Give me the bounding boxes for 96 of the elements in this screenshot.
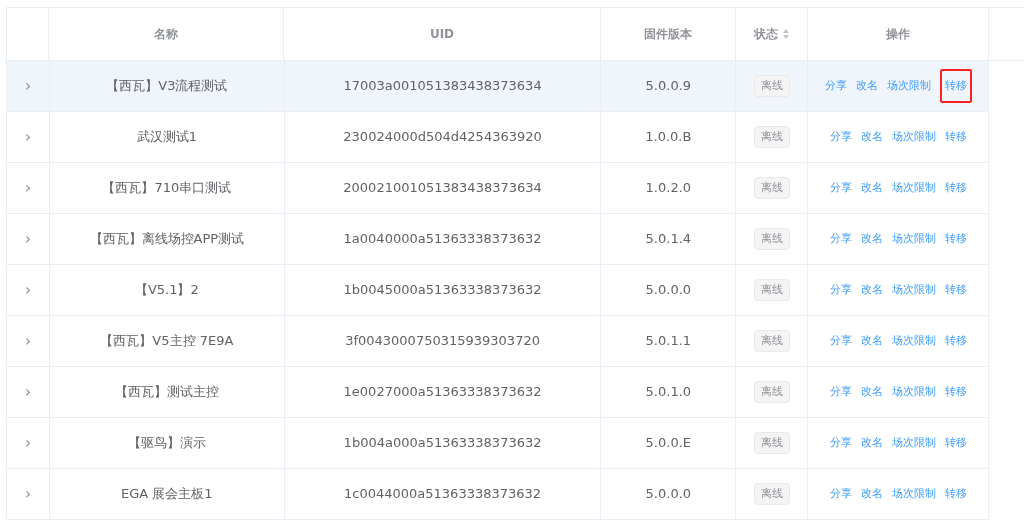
action-link[interactable]: 分享 <box>824 77 847 95</box>
table-row[interactable]: › 【西瓦】V5主控 7E9A 3f0043000750315939303720 5.0.1.1 离线 分享 改名 场次限制 转移 <box>6 316 989 367</box>
status-tag: 离线 <box>753 380 790 404</box>
table-cell-text: 5.0.0.0 <box>645 281 692 300</box>
table-cell-text: 【西瓦】V3流程测试 <box>106 77 228 96</box>
action-link[interactable]: 转移 <box>944 230 967 248</box>
sort-icon[interactable] <box>781 28 790 40</box>
table-cell-text: EGA 展会主板1 <box>121 485 213 504</box>
status-tag: 离线 <box>753 125 790 149</box>
action-link[interactable]: 分享 <box>829 383 852 401</box>
action-link[interactable]: 场次限制 <box>891 485 936 503</box>
action-link[interactable]: 改名 <box>860 281 883 299</box>
action-link[interactable]: 改名 <box>855 77 878 95</box>
status-tag: 离线 <box>753 278 790 302</box>
table-cell-text: 武汉测试1 <box>136 128 197 147</box>
status-tag: 离线 <box>753 329 790 353</box>
expand-toggle[interactable]: › <box>24 329 32 353</box>
action-link[interactable]: 转移 <box>939 68 972 104</box>
action-link[interactable]: 分享 <box>829 434 852 452</box>
expand-toggle[interactable]: › <box>24 380 32 404</box>
table-cell-text: 1e0027000a51363338373632 <box>343 383 542 402</box>
action-link[interactable]: 场次限制 <box>891 383 936 401</box>
table-row[interactable]: › 【西瓦】测试主控 1e0027000a51363338373632 5.0.1.0 离线 分享 改名 场次限制 转移 <box>6 367 989 418</box>
action-link[interactable]: 场次限制 <box>891 281 936 299</box>
table-cell-text: 17003a001051383438373634 <box>343 77 542 96</box>
expand-toggle[interactable]: › <box>24 431 32 455</box>
action-link[interactable]: 场次限制 <box>886 77 931 95</box>
table-cell-text: 【V5.1】2 <box>134 281 199 300</box>
table-cell-text: 【西瓦】V5主控 7E9A <box>100 332 234 351</box>
expand-toggle[interactable]: › <box>24 227 32 251</box>
action-link[interactable]: 改名 <box>860 332 883 350</box>
action-link[interactable]: 场次限制 <box>891 230 936 248</box>
status-tag: 离线 <box>753 176 790 200</box>
column-header: UID <box>429 26 455 43</box>
table-cell-text: 【西瓦】离线场控APP测试 <box>89 230 245 249</box>
table-cell-text: 【西瓦】测试主控 <box>114 383 219 402</box>
table-cell-text: 1.0.0.B <box>645 128 692 147</box>
action-link[interactable]: 转移 <box>944 485 967 503</box>
table-row[interactable]: › 武汉测试1 230024000d504d4254363920 1.0.0.B 离线 分享 改名 场次限制 转移 <box>6 112 989 163</box>
action-link[interactable]: 场次限制 <box>891 179 936 197</box>
table-cell-text: 3f0043000750315939303720 <box>345 332 540 351</box>
action-link[interactable]: 分享 <box>829 128 852 146</box>
column-header: 操作 <box>886 26 910 43</box>
status-tag: 离线 <box>753 482 790 506</box>
column-header: 名称 <box>154 26 178 43</box>
action-link[interactable]: 场次限制 <box>891 128 936 146</box>
status-tag: 离线 <box>753 74 790 98</box>
table-cell-text: 1c0044000a51363338373632 <box>344 485 542 504</box>
table-cell-text: 1b0045000a51363338373632 <box>343 281 542 300</box>
action-link[interactable]: 转移 <box>944 128 967 146</box>
table-cell-text: 1a0040000a51363338373632 <box>343 230 542 249</box>
table-cell-text: 5.0.0.0 <box>645 485 692 504</box>
action-link[interactable]: 转移 <box>944 434 967 452</box>
table-row[interactable]: › 【驱鸟】演示 1b004a000a51363338373632 5.0.0.E 离线 分享 改名 场次限制 转移 <box>6 418 989 469</box>
action-link[interactable]: 改名 <box>860 485 883 503</box>
expand-toggle[interactable]: › <box>24 482 32 506</box>
column-header: 状态 <box>753 26 778 43</box>
table-cell-text: 5.0.1.4 <box>645 230 692 249</box>
status-tag: 离线 <box>753 227 790 251</box>
action-link[interactable]: 分享 <box>829 281 852 299</box>
action-link[interactable]: 分享 <box>829 179 852 197</box>
action-link[interactable]: 分享 <box>829 332 852 350</box>
table-row[interactable]: › 【V5.1】2 1b0045000a51363338373632 5.0.0.0 离线 分享 改名 场次限制 转移 <box>6 265 989 316</box>
action-link[interactable]: 改名 <box>860 383 883 401</box>
action-link[interactable]: 改名 <box>860 179 883 197</box>
expand-toggle[interactable]: › <box>24 125 32 149</box>
action-link[interactable]: 场次限制 <box>891 434 936 452</box>
table-row[interactable]: › 【西瓦】710串口测试 200021001051383438373634 1.0.2.0 离线 分享 改名 场次限制 转移 <box>6 163 989 214</box>
table-cell-text: 5.0.1.1 <box>645 332 692 351</box>
table-cell-text: 5.0.0.9 <box>645 77 692 96</box>
column-header: 固件版本 <box>644 26 692 43</box>
status-tag: 离线 <box>753 431 790 455</box>
expand-toggle[interactable]: › <box>24 176 32 200</box>
action-link[interactable]: 改名 <box>860 434 883 452</box>
table-cell-text: 1b004a000a51363338373632 <box>343 434 542 453</box>
action-link[interactable]: 场次限制 <box>891 332 936 350</box>
table-row[interactable]: › EGA 展会主板1 1c0044000a51363338373632 5.0.0.0 离线 分享 改名 场次限制 转移 <box>6 469 989 520</box>
action-link[interactable]: 改名 <box>860 128 883 146</box>
table-cell-text: 1.0.2.0 <box>645 179 692 198</box>
table-row[interactable]: › 【西瓦】V3流程测试 17003a001051383438373634 5.0.0.9 离线 分享 改名 场次限制 转移 <box>6 61 989 112</box>
table-cell-text: 5.0.0.E <box>645 434 692 453</box>
table-cell-text: 200021001051383438373634 <box>343 179 542 198</box>
action-link[interactable]: 转移 <box>944 179 967 197</box>
table-cell-text: 【西瓦】710串口测试 <box>102 179 232 198</box>
action-link[interactable]: 转移 <box>944 281 967 299</box>
table-row[interactable]: › 【西瓦】离线场控APP测试 1a0040000a51363338373632 5.0.1.4 离线 分享 改名 场次限制 转移 <box>6 214 989 265</box>
action-link[interactable]: 分享 <box>829 485 852 503</box>
action-link[interactable]: 改名 <box>860 230 883 248</box>
expand-toggle[interactable]: › <box>24 278 32 302</box>
table-cell-text: 230024000d504d4254363920 <box>343 128 542 147</box>
table-cell-text: 【驱鸟】演示 <box>127 434 206 453</box>
expand-toggle[interactable]: › <box>24 74 32 98</box>
action-link[interactable]: 转移 <box>944 332 967 350</box>
action-link[interactable]: 分享 <box>829 230 852 248</box>
table-cell-text: 5.0.1.0 <box>645 383 692 402</box>
action-link[interactable]: 转移 <box>944 383 967 401</box>
